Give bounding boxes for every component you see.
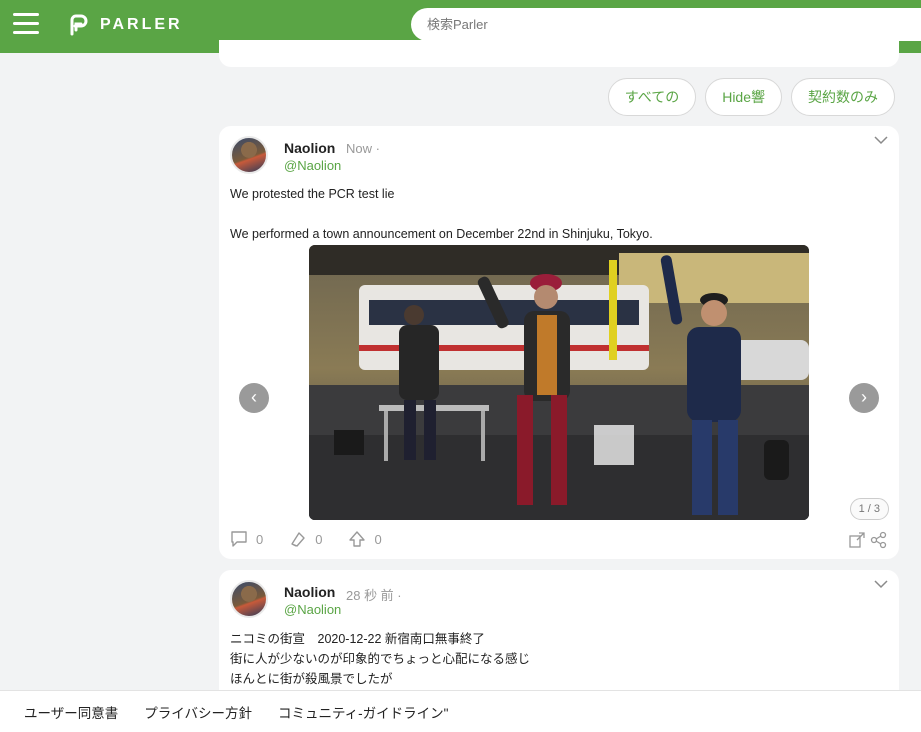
author-handle[interactable]: @Naolion xyxy=(284,602,341,617)
post-card: Naolion 28 秒 前 · @Naolion ニコミの街宣 2020-12… xyxy=(219,570,899,710)
comment-count: 0 xyxy=(256,531,264,547)
filter-hide-button[interactable]: Hide響 xyxy=(705,78,782,116)
post-text-line: ほんとに街が殺風景でしたが xyxy=(230,672,393,686)
footer-link-user-agreement[interactable]: ユーザー同意書 xyxy=(24,702,118,722)
post-text-line: We protested the PCR test lie xyxy=(230,187,395,201)
chevron-down-icon[interactable] xyxy=(873,578,889,590)
upvote-button[interactable]: 0 xyxy=(348,530,382,548)
search-input[interactable] xyxy=(411,8,921,41)
feed-filters: すべての Hide響 契約数のみ xyxy=(607,78,895,116)
chevron-down-icon[interactable] xyxy=(873,134,889,146)
post-card: Naolion Now · @Naolion We protested the … xyxy=(219,126,899,559)
post-share-actions xyxy=(848,531,888,549)
author-handle[interactable]: @Naolion xyxy=(284,158,341,173)
next-image-button[interactable]: › xyxy=(849,383,879,413)
post-text-line: We performed a town announcement on Dece… xyxy=(230,227,653,241)
previous-card xyxy=(219,40,899,67)
street-scene-image xyxy=(309,245,809,520)
previous-image-button[interactable]: ‹ xyxy=(239,383,269,413)
share-icon[interactable] xyxy=(870,531,888,549)
menu-icon[interactable] xyxy=(13,13,39,35)
filter-following-button[interactable]: 契約数のみ xyxy=(791,78,895,116)
post-time: Now · xyxy=(346,141,380,156)
filter-all-button[interactable]: すべての xyxy=(607,78,697,116)
post-actions: 0 0 0 xyxy=(230,530,382,548)
footer-link-privacy-policy[interactable]: プライバシー方針 xyxy=(144,702,252,722)
upvote-icon xyxy=(349,531,366,547)
comment-icon xyxy=(231,531,247,547)
repost-icon[interactable] xyxy=(848,531,866,549)
image-counter: 1 / 3 xyxy=(849,498,889,520)
post-photo[interactable] xyxy=(309,245,809,520)
logo-text: PARLER xyxy=(100,16,183,33)
avatar[interactable] xyxy=(230,580,268,618)
post-text-line: 街に人が少ないのが印象的でちょっと心配になる感じ xyxy=(230,652,531,666)
parler-logo[interactable]: PARLER xyxy=(68,14,183,36)
post-text-line: ニコミの街宣 2020-12-22 新宿南口無事終了 xyxy=(230,632,485,646)
post-time: 28 秒 前 · xyxy=(346,588,402,603)
parler-logo-icon xyxy=(70,14,88,36)
echo-button[interactable]: 0 xyxy=(289,530,322,548)
footer-link-community-guidelines[interactable]: コミュニティ-ガイドライン" xyxy=(278,702,448,722)
echo-count: 0 xyxy=(315,531,323,547)
footer: ユーザー同意書 プライバシー方針 コミュニティ-ガイドライン" xyxy=(0,690,921,732)
avatar[interactable] xyxy=(230,136,268,174)
author-name[interactable]: Naolion xyxy=(284,584,335,600)
upvote-count: 0 xyxy=(374,531,382,547)
echo-icon xyxy=(291,532,305,547)
comment-button[interactable]: 0 xyxy=(230,530,263,548)
author-name[interactable]: Naolion xyxy=(284,140,335,156)
